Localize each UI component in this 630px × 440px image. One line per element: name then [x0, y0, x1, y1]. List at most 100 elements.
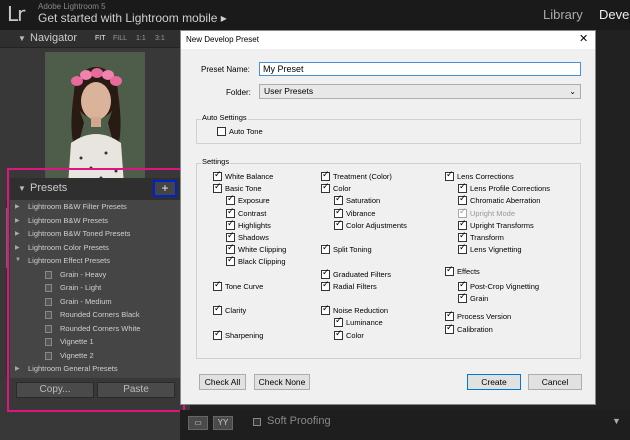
checkbox-box[interactable]: [226, 194, 235, 206]
navigator-header[interactable]: ▼ Navigator FIT FILL 1:1 3:1: [0, 30, 190, 48]
close-icon[interactable]: ✕: [579, 32, 588, 45]
copy-button[interactable]: Copy...: [16, 382, 94, 398]
checkbox-box[interactable]: [213, 280, 222, 291]
setting-checkbox[interactable]: Color Adjustments: [334, 219, 454, 232]
checkbox-box[interactable]: [213, 182, 222, 194]
module-develop[interactable]: Develo: [599, 7, 630, 22]
setting-checkbox[interactable]: White Balance: [213, 170, 333, 183]
checkbox-box[interactable]: [321, 268, 330, 279]
checkbox-box[interactable]: [213, 304, 222, 316]
lightroom-logo: Lr: [7, 2, 25, 26]
setting-label: Graduated Filters: [333, 269, 391, 279]
setting-checkbox[interactable]: Sharpening: [213, 329, 333, 342]
checkbox-box[interactable]: [458, 231, 467, 242]
check-all-button[interactable]: Check All: [199, 374, 246, 390]
setting-label: Highlights: [238, 220, 271, 230]
auto-settings-title: Auto Settings: [201, 113, 248, 122]
checkbox-box[interactable]: [334, 316, 343, 328]
checkbox-box[interactable]: [321, 280, 330, 291]
folder-select-value: User Presets: [264, 86, 314, 96]
setting-checkbox[interactable]: Chromatic Aberration: [458, 194, 578, 207]
cancel-button[interactable]: Cancel: [528, 374, 582, 390]
check-none-button[interactable]: Check None: [254, 374, 310, 390]
checkbox-box[interactable]: [334, 194, 343, 206]
setting-checkbox[interactable]: Calibration: [445, 323, 565, 336]
setting-checkbox[interactable]: Upright Transforms: [458, 219, 578, 232]
checkbox-box[interactable]: [458, 280, 467, 291]
zoom-fill[interactable]: FILL: [113, 35, 127, 42]
chevron-down-icon[interactable]: ▼: [612, 416, 621, 426]
setting-checkbox[interactable]: Grain: [458, 292, 578, 305]
checkbox-box[interactable]: [445, 310, 454, 322]
checkbox-box[interactable]: [226, 207, 235, 218]
zoom-1-1[interactable]: 1:1: [136, 35, 146, 42]
checkbox-box[interactable]: [458, 182, 467, 194]
setting-label: Clarity: [225, 306, 247, 316]
setting-checkbox[interactable]: Radial Filters: [321, 280, 441, 293]
checkbox-box[interactable]: [445, 265, 454, 277]
lightroom-mobile-link[interactable]: Get started with Lightroom mobile ▸: [38, 11, 227, 25]
setting-label: Vibrance: [346, 208, 376, 218]
checkbox-box[interactable]: [334, 329, 343, 340]
setting-label: Saturation: [346, 196, 381, 206]
checkbox-box[interactable]: [445, 170, 454, 181]
lightroom-window: Lr Adobe Lightroom 5 Get started with Li…: [0, 0, 630, 440]
checkbox-box[interactable]: [458, 292, 467, 303]
setting-checkbox[interactable]: Saturation: [334, 194, 454, 207]
checkbox-box[interactable]: [226, 255, 235, 267]
setting-checkbox[interactable]: Post-Crop Vignetting: [458, 280, 578, 293]
setting-checkbox[interactable]: Clarity: [213, 304, 333, 317]
setting-checkbox[interactable]: Contrast: [226, 207, 346, 220]
setting-checkbox[interactable]: Tone Curve: [213, 280, 333, 293]
preset-name-input[interactable]: My Preset: [259, 62, 581, 76]
setting-label: Process Version: [457, 312, 512, 322]
checkbox-box[interactable]: [445, 323, 454, 334]
folder-select[interactable]: User Presets ⌄: [259, 84, 581, 99]
auto-tone-checkbox[interactable]: Auto Tone: [217, 127, 297, 138]
checkbox-box[interactable]: [226, 219, 235, 230]
setting-checkbox[interactable]: Lens Vignetting: [458, 243, 578, 256]
loupe-view-button[interactable]: ▭: [188, 416, 208, 430]
setting-checkbox[interactable]: Exposure: [226, 194, 346, 207]
setting-checkbox[interactable]: Color: [334, 329, 454, 342]
setting-checkbox[interactable]: Vibrance: [334, 207, 454, 220]
zoom-3-1[interactable]: 3:1: [155, 35, 165, 42]
checkbox-box[interactable]: [321, 304, 330, 316]
setting-checkbox[interactable]: Lens Profile Corrections: [458, 182, 578, 195]
new-develop-preset-dialog: New Develop Preset ✕ Preset Name: My Pre…: [180, 30, 596, 405]
checkbox-box[interactable]: [321, 170, 330, 181]
setting-checkbox[interactable]: Graduated Filters: [321, 268, 441, 281]
setting-label: Grain: [470, 294, 489, 303]
checkbox-box[interactable]: [334, 219, 343, 230]
checkbox-box[interactable]: [458, 243, 467, 255]
checkbox-box[interactable]: [213, 329, 222, 340]
setting-checkbox: Upright Mode: [458, 207, 578, 220]
setting-checkbox[interactable]: Treatment (Color): [321, 170, 441, 183]
checkbox-box[interactable]: [334, 207, 343, 218]
checkbox-box[interactable]: [213, 170, 222, 181]
checkbox-box[interactable]: [217, 127, 226, 136]
checkbox-box[interactable]: [458, 194, 467, 206]
setting-checkbox[interactable]: Highlights: [226, 219, 346, 232]
module-library[interactable]: Library: [543, 7, 583, 22]
checkbox-box[interactable]: [226, 231, 235, 242]
setting-label: Contrast: [238, 208, 267, 218]
create-button[interactable]: Create: [467, 374, 521, 390]
setting-checkbox[interactable]: Transform: [458, 231, 578, 244]
setting-label: Lens Profile Corrections: [470, 184, 551, 194]
setting-checkbox[interactable]: Luminance: [334, 316, 454, 329]
collapse-triangle-icon[interactable]: ▼: [18, 34, 26, 43]
checkbox-box[interactable]: [321, 243, 330, 255]
paste-button[interactable]: Paste: [97, 382, 175, 398]
before-after-button[interactable]: YY: [213, 416, 233, 430]
checkbox-box[interactable]: [321, 182, 330, 194]
checkbox-box[interactable]: [458, 219, 467, 230]
zoom-fit[interactable]: FIT: [95, 35, 106, 42]
setting-checkbox[interactable]: Split Toning: [321, 243, 441, 256]
setting-checkbox[interactable]: Process Version: [445, 310, 565, 323]
soft-proofing-checkbox[interactable]: [253, 418, 261, 426]
setting-label: Lens Corrections: [457, 172, 514, 181]
setting-label: Tone Curve: [225, 281, 264, 291]
setting-checkbox[interactable]: Effects: [445, 265, 565, 278]
checkbox-box[interactable]: [226, 243, 235, 255]
